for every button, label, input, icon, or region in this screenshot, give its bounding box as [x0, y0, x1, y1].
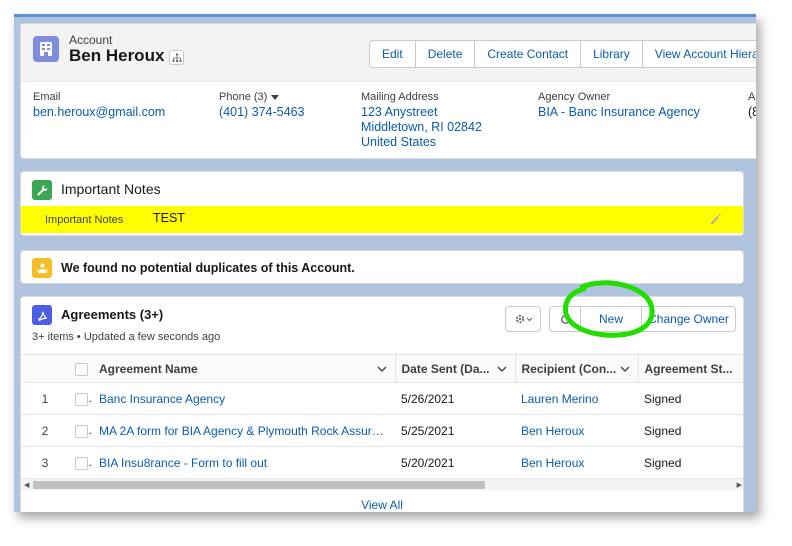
- column-agreement-status[interactable]: Agreement St...: [637, 354, 744, 383]
- table-header-row: Agreement Name Date Sent (Da... Recipien…: [21, 354, 744, 383]
- status-cell: Signed: [638, 382, 743, 415]
- record-header: Account Ben Heroux Edit Delete Create Co…: [20, 23, 756, 159]
- scroll-left-icon[interactable]: ◀: [24, 481, 29, 489]
- row-number: 1: [21, 382, 69, 415]
- column-recipient[interactable]: Recipient (Con...: [514, 354, 638, 383]
- recipient-link[interactable]: Ben Heroux: [515, 414, 638, 447]
- table-row: 1 Banc Insurance Agency 5/26/2021 Lauren…: [21, 382, 743, 415]
- column-agreement-name[interactable]: Agreement Name: [93, 354, 395, 383]
- object-type-label: Account: [69, 33, 113, 47]
- date-sent-cell: 5/25/2021: [395, 414, 515, 447]
- phone-link[interactable]: (401) 374-5463: [219, 105, 304, 120]
- table-row: 2 MA 2A form for BIA Agency & Plymouth R…: [21, 414, 743, 447]
- record-actions: Edit Delete Create Contact Library View …: [369, 40, 756, 68]
- important-notes-value: TEST: [153, 211, 185, 225]
- refresh-icon: [561, 314, 570, 324]
- scrollbar-thumb[interactable]: [33, 481, 485, 489]
- mailing-address-label: Mailing Address: [361, 91, 439, 103]
- agreements-table: Agreement Name Date Sent (Da... Recipien…: [21, 354, 744, 479]
- wrench-icon: [32, 180, 52, 200]
- edit-button[interactable]: Edit: [370, 41, 416, 67]
- important-notes-field: Important Notes TEST: [21, 206, 743, 233]
- delete-button[interactable]: Delete: [416, 41, 476, 67]
- duplicates-message: We found no potential duplicates of this…: [61, 261, 355, 275]
- recipient-link[interactable]: Ben Heroux: [515, 446, 638, 479]
- chevron-down-icon[interactable]: [743, 364, 744, 374]
- account-icon: [33, 36, 59, 62]
- cutoff-field: A (8: [748, 91, 756, 120]
- select-all-checkbox[interactable]: [75, 362, 88, 376]
- agreements-title[interactable]: Agreements (3+): [61, 307, 163, 322]
- refresh-button[interactable]: [549, 306, 581, 332]
- date-sent-cell: 5/20/2021: [395, 446, 515, 479]
- library-button[interactable]: Library: [581, 41, 643, 67]
- agreement-name-link[interactable]: MA 2A form for BIA Agency & Plymouth Roc…: [93, 414, 395, 447]
- row-number: 3: [21, 446, 69, 479]
- chevron-down-icon[interactable]: [497, 364, 507, 374]
- pencil-icon[interactable]: [709, 212, 723, 226]
- email-link[interactable]: ben.heroux@gmail.com: [33, 105, 165, 120]
- phone-label: Phone (3): [219, 91, 268, 103]
- duplicate-icon: [32, 258, 52, 278]
- create-contact-button[interactable]: Create Contact: [475, 41, 582, 67]
- cutoff-label: A: [748, 91, 756, 103]
- address-line-1[interactable]: 123 Anystreet: [361, 105, 482, 120]
- email-label: Email: [33, 91, 61, 103]
- row-checkbox[interactable]: [75, 392, 88, 406]
- chevron-down-icon[interactable]: [271, 94, 280, 100]
- hierarchy-icon[interactable]: [169, 50, 184, 65]
- view-all-link[interactable]: View All: [21, 498, 743, 512]
- agreement-icon: [32, 305, 52, 325]
- agency-owner-field: Agency Owner BIA - Banc Insurance Agency: [538, 91, 700, 120]
- list-settings-button[interactable]: [505, 306, 541, 332]
- chevron-down-icon[interactable]: [377, 364, 387, 374]
- agreements-subtitle: 3+ items • Updated a few seconds ago: [32, 331, 221, 343]
- chevron-down-icon[interactable]: [620, 364, 630, 374]
- view-account-hierarchy-button[interactable]: View Account Hiera: [643, 41, 756, 67]
- record-name: Ben Heroux: [69, 46, 165, 65]
- agency-owner-label: Agency Owner: [538, 91, 611, 103]
- agreements-related-list: Agreements (3+) 3+ items • Updated a few…: [20, 296, 744, 512]
- row-checkbox[interactable]: [75, 456, 88, 470]
- change-owner-button[interactable]: Change Owner: [641, 306, 736, 332]
- duplicates-card: We found no potential duplicates of this…: [20, 250, 744, 284]
- screenshot-frame: Account Ben Heroux Edit Delete Create Co…: [14, 14, 756, 512]
- scroll-right-icon[interactable]: ▶: [737, 481, 742, 489]
- row-checkbox[interactable]: [75, 424, 88, 438]
- column-date-sent[interactable]: Date Sent (Da...: [394, 354, 515, 383]
- important-notes-card: Important Notes Important Notes TEST: [20, 171, 744, 236]
- cutoff-value: (8: [748, 105, 756, 119]
- status-cell: Signed: [638, 414, 743, 447]
- new-button[interactable]: New: [580, 306, 642, 332]
- header-band: Account Ben Heroux Edit Delete Create Co…: [21, 24, 756, 82]
- table-row: 3 BIA Insu8rance - Form to fill out 5/20…: [21, 446, 743, 479]
- address-line-3[interactable]: United States: [361, 135, 482, 150]
- agreement-name-link[interactable]: Banc Insurance Agency: [93, 382, 395, 415]
- date-sent-cell: 5/26/2021: [395, 382, 515, 415]
- agreement-name-link[interactable]: BIA Insu8rance - Form to fill out: [93, 446, 395, 479]
- phone-field: Phone (3) (401) 374-5463: [219, 91, 304, 120]
- row-number: 2: [21, 414, 69, 447]
- status-cell: Signed: [638, 446, 743, 479]
- address-line-2[interactable]: Middletown, RI 02842: [361, 120, 482, 135]
- important-notes-field-label: Important Notes: [45, 214, 124, 226]
- email-field: Email ben.heroux@gmail.com: [33, 91, 165, 120]
- horizontal-scrollbar[interactable]: ◀ ▶: [21, 478, 743, 490]
- important-notes-title: Important Notes: [61, 181, 161, 197]
- recipient-link[interactable]: Lauren Merino: [515, 382, 638, 415]
- gear-icon: [515, 314, 533, 324]
- mailing-address-field: Mailing Address 123 Anystreet Middletown…: [361, 91, 482, 150]
- agency-owner-link[interactable]: BIA - Banc Insurance Agency: [538, 105, 700, 120]
